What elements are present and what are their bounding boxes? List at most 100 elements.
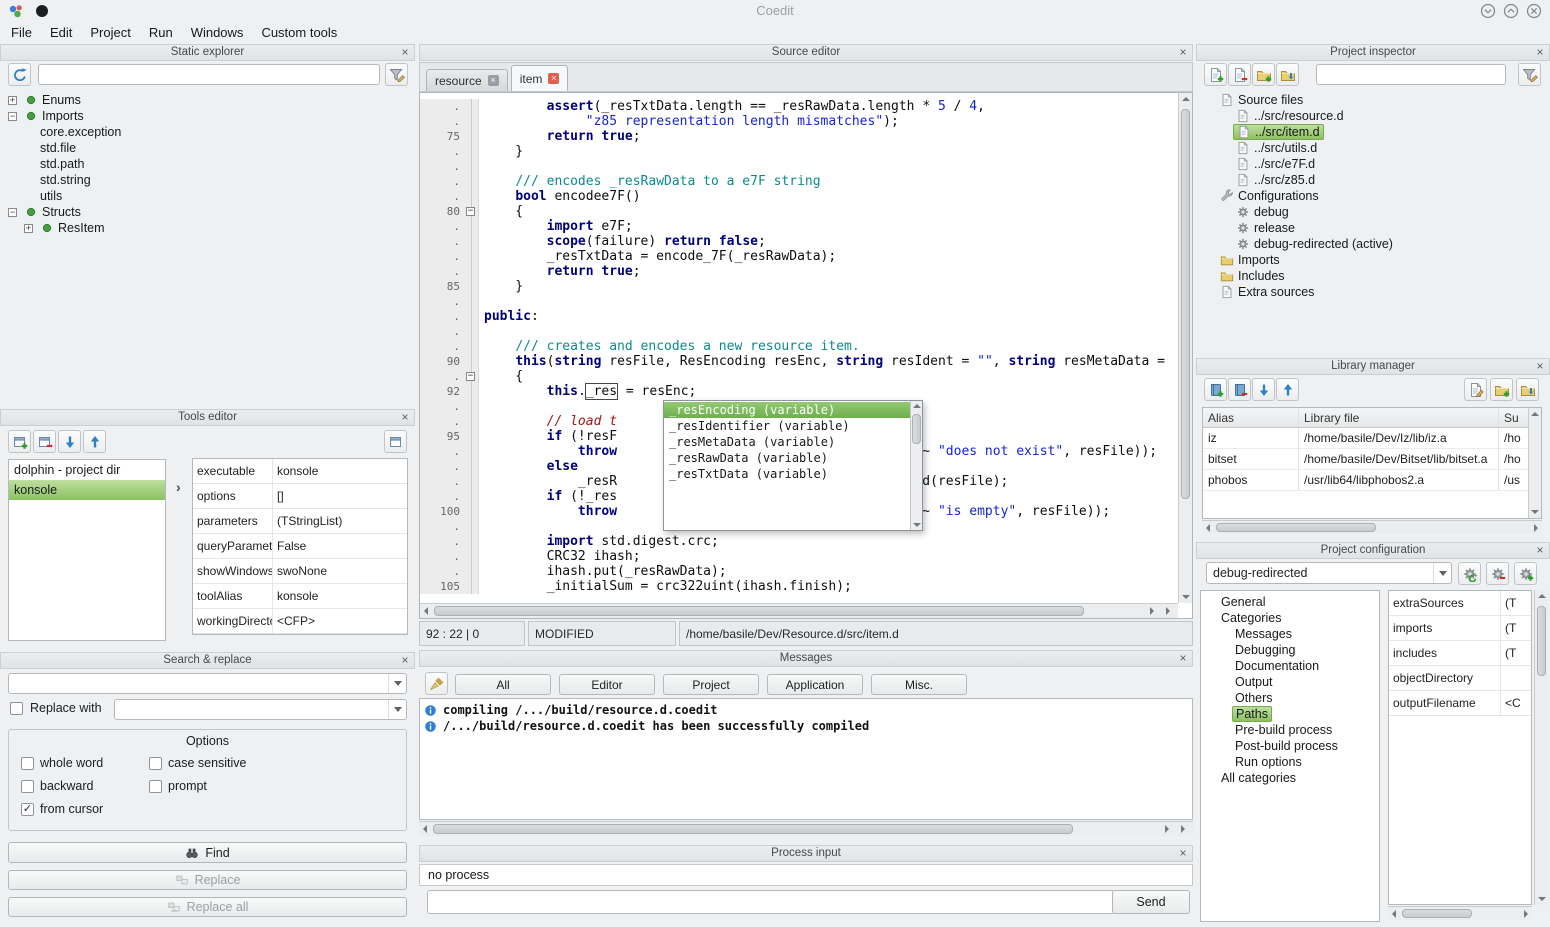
move-tool-down-button[interactable] xyxy=(58,430,81,453)
tree-item[interactable]: Run options xyxy=(1201,754,1379,770)
completion-item[interactable]: _resMetaData (variable) xyxy=(664,434,910,450)
scroll-down-arrow[interactable] xyxy=(1182,595,1190,599)
checkbox-box[interactable] xyxy=(149,757,162,770)
hscroll-thumb[interactable] xyxy=(1402,909,1472,918)
checkbox-box[interactable] xyxy=(149,780,162,793)
code-line[interactable]: 105 _initialSum = crc322uint(ihash.finis… xyxy=(420,579,1178,594)
tree-item[interactable]: Source files xyxy=(1200,92,1546,108)
vscroll-thumb[interactable] xyxy=(1181,109,1190,499)
tree-item[interactable]: General xyxy=(1201,594,1379,610)
code-line[interactable]: . /// encodes _resRawData to a e7F strin… xyxy=(420,174,1178,189)
tree-item[interactable]: Messages xyxy=(1201,626,1379,642)
tree-item[interactable]: utils xyxy=(4,188,409,204)
tree-item[interactable]: −Imports xyxy=(4,108,409,124)
tree-item[interactable]: Pre-build process xyxy=(1201,722,1379,738)
scroll-down-arrow[interactable] xyxy=(1531,510,1539,514)
close-panel-icon[interactable]: × xyxy=(1534,359,1546,374)
scroll-left-arrow[interactable] xyxy=(1392,910,1396,918)
menu-item-file[interactable]: File xyxy=(2,22,41,43)
tab-close-icon[interactable]: × xyxy=(488,75,499,86)
code-line[interactable]: . bool encodee7F() xyxy=(420,189,1178,204)
column-header-alias[interactable]: Alias xyxy=(1203,408,1299,427)
move-tool-up-button[interactable] xyxy=(83,430,106,453)
fold-icon[interactable]: − xyxy=(466,372,475,381)
property-row[interactable]: showWindowsswoNone xyxy=(193,559,407,584)
property-row[interactable]: includes(T xyxy=(1389,641,1531,666)
code-editor[interactable]: . assert(_resTxtData.length == _resRawDa… xyxy=(419,92,1193,619)
property-value[interactable]: (T xyxy=(1501,646,1520,660)
clone-tool-button[interactable] xyxy=(384,430,407,453)
remove-config-button[interactable] xyxy=(1486,562,1509,585)
tree-item[interactable]: ../src/resource.d xyxy=(1200,108,1546,124)
editor-tab-item[interactable]: item× xyxy=(511,65,569,91)
messages-filter-project[interactable]: Project xyxy=(663,674,759,695)
search-combo[interactable] xyxy=(8,673,407,694)
code-line[interactable]: . CRC32 ihash; xyxy=(420,549,1178,564)
code-line[interactable]: . xyxy=(420,324,1178,339)
completion-item[interactable]: _resIdentifier (variable) xyxy=(664,418,910,434)
tree-item[interactable]: std.path xyxy=(4,156,409,172)
property-value[interactable]: <C xyxy=(1501,696,1525,710)
configuration-select[interactable]: debug-redirected xyxy=(1206,562,1452,584)
close-panel-icon[interactable]: × xyxy=(1177,846,1189,861)
expander-icon[interactable]: + xyxy=(24,224,33,233)
tree-item[interactable]: std.string xyxy=(4,172,409,188)
fold-icon[interactable]: − xyxy=(466,207,475,216)
code-line[interactable]: . xyxy=(420,294,1178,309)
scroll-right-arrow[interactable] xyxy=(1534,524,1538,532)
config-vscrollbar[interactable] xyxy=(1534,590,1548,905)
close-panel-icon[interactable]: × xyxy=(1534,543,1546,558)
tree-item[interactable]: Documentation xyxy=(1201,658,1379,674)
code-line[interactable]: . scope(failure) return false; xyxy=(420,234,1178,249)
close-panel-icon[interactable]: × xyxy=(1177,45,1189,60)
messages-filter-editor[interactable]: Editor xyxy=(559,674,655,695)
code-line[interactable]: . ihash.put(_resRawData); xyxy=(420,564,1178,579)
scroll-down-arrow[interactable] xyxy=(913,523,921,527)
property-row[interactable]: objectDirectory xyxy=(1389,666,1531,691)
code-line[interactable]: . import e7F; xyxy=(420,219,1178,234)
property-row[interactable]: extraSources(T xyxy=(1389,591,1531,616)
tree-item[interactable]: Extra sources xyxy=(1200,284,1546,300)
dropdown-arrow-icon[interactable] xyxy=(388,700,406,719)
tree-item[interactable]: +Enums xyxy=(4,92,409,108)
menu-item-edit[interactable]: Edit xyxy=(41,22,81,43)
popup-scroll-thumb[interactable] xyxy=(912,414,921,444)
table-row[interactable]: iz/home/basile/Dev/Iz/lib/iz.a/ho xyxy=(1203,428,1541,449)
table-row[interactable]: bitset/home/basile/Dev/Bitset/lib/bitset… xyxy=(1203,449,1541,470)
tree-item[interactable]: Others xyxy=(1201,690,1379,706)
scroll-left-arrow[interactable] xyxy=(423,825,427,833)
remove-tool-button[interactable] xyxy=(33,430,56,453)
property-value[interactable]: <CFP> xyxy=(273,614,319,628)
checkbox-box[interactable] xyxy=(21,780,34,793)
send-button[interactable]: Send xyxy=(1112,890,1190,914)
scroll-up-arrow[interactable] xyxy=(913,404,921,408)
close-panel-icon[interactable]: × xyxy=(1534,45,1546,60)
config-hscrollbar[interactable] xyxy=(1388,906,1532,920)
process-input-field[interactable] xyxy=(427,890,1115,914)
replace-button[interactable]: Replace xyxy=(8,870,407,890)
replace-combo[interactable] xyxy=(114,699,407,720)
code-line[interactable]: . xyxy=(420,159,1178,174)
move-library-down-button[interactable] xyxy=(1252,378,1275,401)
scroll-up-arrow[interactable] xyxy=(1531,412,1539,416)
add-config-button[interactable] xyxy=(1514,562,1537,585)
code-line[interactable]: . return true; xyxy=(420,264,1178,279)
hscroll-thumb[interactable] xyxy=(433,824,1073,834)
property-row[interactable]: workingDirectory<CFP> xyxy=(193,609,407,634)
property-row[interactable]: options[] xyxy=(193,484,407,509)
scroll-up-arrow[interactable] xyxy=(1538,594,1546,598)
table-vscrollbar[interactable] xyxy=(1528,408,1541,518)
filter-button[interactable] xyxy=(385,63,408,86)
checkbox-box[interactable]: ✓ xyxy=(21,803,34,816)
close-panel-icon[interactable]: × xyxy=(1177,651,1189,666)
tree-item[interactable]: release xyxy=(1200,220,1546,236)
messages-hscrollbar[interactable] xyxy=(419,821,1193,836)
code-line[interactable]: . /// creates and encodes a new resource… xyxy=(420,339,1178,354)
code-line[interactable]: . import std.digest.crc; xyxy=(420,534,1178,549)
close-icon[interactable] xyxy=(1526,3,1542,19)
tab-close-icon[interactable]: × xyxy=(548,73,559,84)
library-from-project-button[interactable] xyxy=(1516,378,1539,401)
code-line[interactable]: .− { xyxy=(420,369,1178,384)
expander-icon[interactable]: − xyxy=(8,112,17,121)
code-line[interactable]: . } xyxy=(420,144,1178,159)
